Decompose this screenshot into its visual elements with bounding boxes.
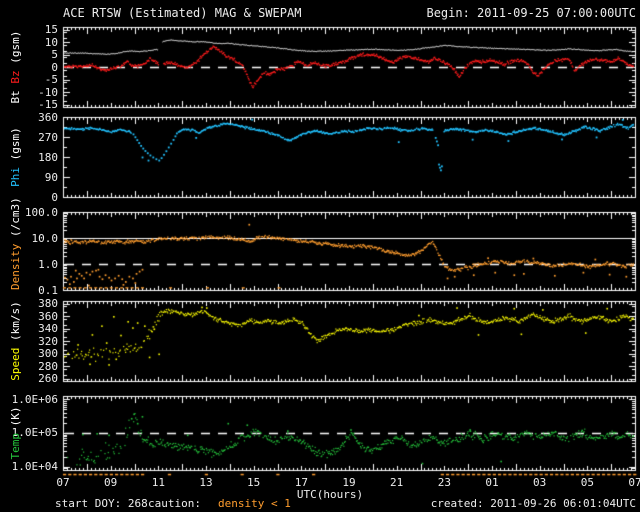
x-tick-label: 01 [485, 476, 499, 489]
y-tick-label: 15 [44, 23, 58, 36]
y-axis-title-part: Phi [9, 160, 22, 187]
y-tick-label: 90 [44, 170, 58, 184]
y-tick-label: 320 [38, 334, 58, 348]
y-tick-label: 280 [38, 359, 58, 373]
y-tick-label: 180 [38, 150, 58, 164]
y-axis-title-part: Bz [9, 63, 22, 84]
x-tick-label: 07 [628, 476, 640, 489]
ace-rtsw-plot-page: { "header": { "title": "ACE RTSW (Estima… [0, 0, 640, 512]
x-tick-label: 07 [56, 476, 70, 489]
footer-start-doy: start DOY: 268 [55, 497, 148, 510]
y-axis-title-part: Speed [9, 341, 22, 381]
y-tick-label: 0 [51, 60, 58, 74]
x-axis-title: UTC(hours) [296, 488, 364, 501]
y-tick-label: 340 [38, 322, 58, 335]
y-axis-title-part: (K) [9, 406, 22, 427]
y-tick-label: -5 [44, 73, 58, 86]
y-tick-label: 1.0 [38, 257, 58, 271]
y-axis-title-part: Density [9, 237, 22, 290]
x-tick-label: 23 [437, 476, 451, 489]
y-axis-title: Phi (gsm) [9, 117, 23, 197]
y-axis-title-part: (/cm3) [9, 197, 22, 238]
y-tick-label: 100.0 [24, 205, 58, 219]
y-tick-label: 380 [38, 297, 58, 310]
y-axis-title: Density (/cm3) [9, 197, 23, 290]
begin-timestamp: Begin: 2011-09-25 07:00:00UTC [426, 6, 636, 20]
y-axis-title-part: Bt [9, 83, 22, 104]
y-tick-label: 0.1 [38, 283, 58, 297]
y-tick-label: 10.0 [31, 231, 59, 245]
y-tick-label: 0 [51, 190, 58, 204]
y-tick-label: 270 [38, 130, 58, 144]
x-tick-label: 09 [104, 476, 118, 489]
x-tick-label: 15 [247, 476, 261, 489]
y-tick-label: -15 [38, 98, 58, 111]
y-tick-label: 360 [38, 309, 58, 323]
y-axis-title-part: Temp [9, 426, 22, 460]
footer-created-timestamp: created: 2011-09-26 06:01:04UTC [430, 497, 636, 510]
plot-title: ACE RTSW (Estimated) MAG & SWEPAM [63, 6, 302, 20]
y-axis-title: Temp (K) [9, 396, 23, 470]
y-axis-title-part: (km/s) [9, 301, 22, 341]
footer-caution-label: caution: [148, 497, 201, 510]
y-tick-label: 5 [51, 48, 58, 61]
x-tick-label: 03 [533, 476, 547, 489]
footer-caution-value: density < 1 [218, 497, 291, 510]
y-axis-title: Speed (km/s) [9, 301, 23, 381]
y-tick-label: -10 [38, 85, 58, 99]
y-tick-label: 360 [38, 110, 58, 124]
plot-canvas [0, 0, 640, 512]
y-tick-label: 300 [38, 347, 58, 360]
y-tick-label: 10 [44, 35, 58, 49]
y-axis-title: Bt Bz (gsm) [9, 27, 23, 107]
x-tick-label: 21 [390, 476, 404, 489]
x-tick-label: 11 [151, 476, 165, 489]
y-axis-title-part: (gsm) [9, 30, 22, 64]
x-tick-label: 13 [199, 476, 213, 489]
x-tick-label: 05 [580, 476, 594, 489]
y-tick-label: 260 [38, 372, 58, 385]
y-axis-title-part: (gsm) [9, 127, 22, 161]
